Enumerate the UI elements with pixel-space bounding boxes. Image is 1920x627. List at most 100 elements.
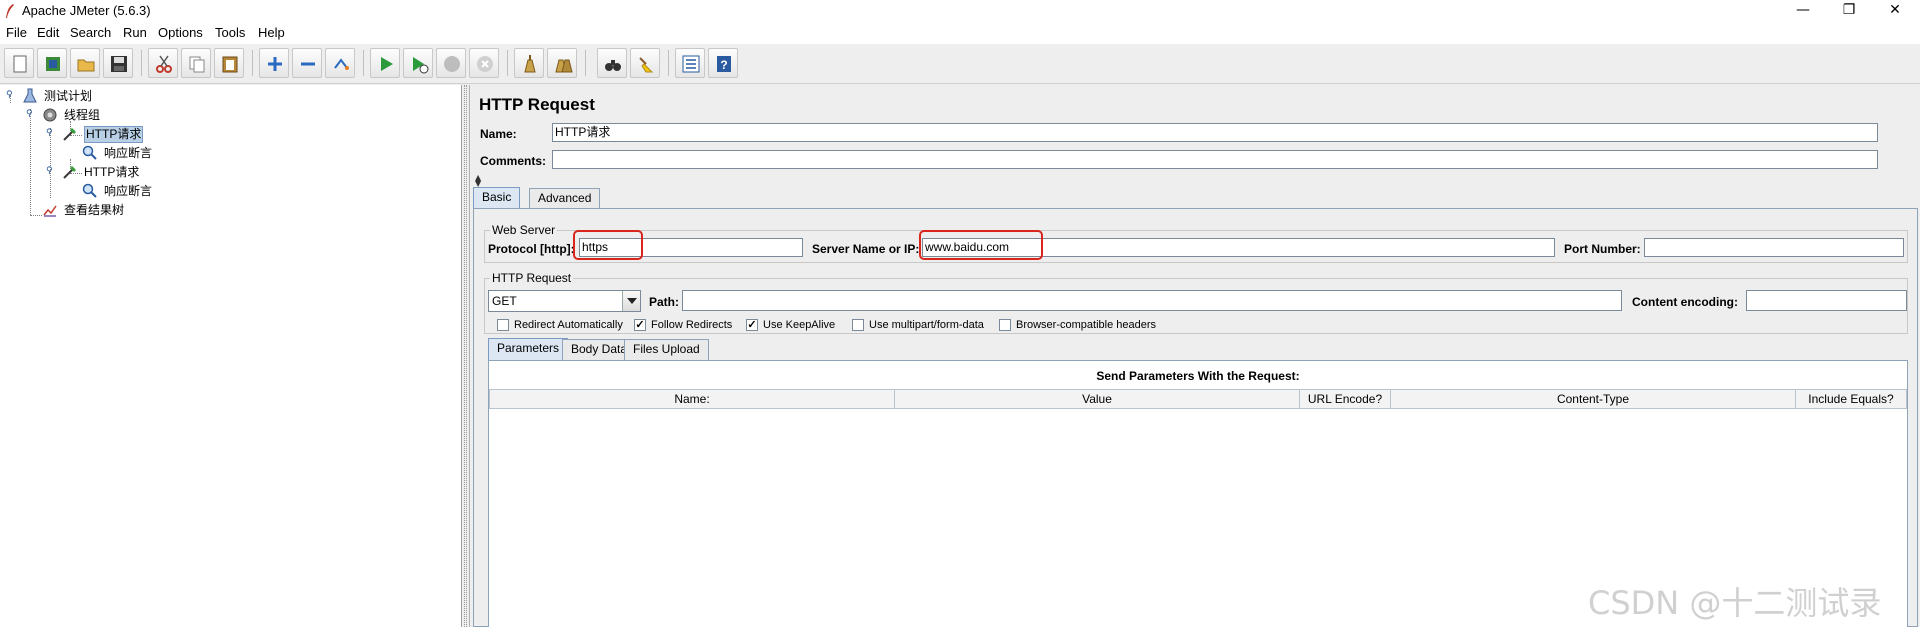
cut-button[interactable] [148, 48, 178, 78]
shutdown-button[interactable] [469, 48, 499, 78]
expand-toggle-icon[interactable]: ⚲ [26, 110, 34, 119]
follow-redirects-checkbox[interactable]: ✓ [634, 319, 646, 331]
new-button[interactable] [4, 48, 34, 78]
port-number-field[interactable] [1644, 238, 1904, 257]
save-button[interactable] [103, 48, 133, 78]
maximize-button[interactable]: ❐ [1826, 0, 1872, 22]
paste-button[interactable] [214, 48, 244, 78]
comments-field[interactable] [552, 150, 1878, 169]
toolbar-separator [141, 50, 142, 76]
menu-edit[interactable]: Edit [37, 25, 59, 40]
tree-node-response-assertion[interactable]: 响应断言 [0, 144, 460, 162]
tree-node-http-request[interactable]: ⚲ HTTP请求 [0, 163, 460, 181]
menu-options[interactable]: Options [158, 25, 203, 40]
search-button[interactable] [597, 48, 627, 78]
close-button[interactable]: ✕ [1872, 0, 1918, 22]
new-icon [13, 55, 27, 73]
tree-node-test-plan[interactable]: ⚲ 测试计划 [0, 87, 460, 105]
name-field[interactable]: HTTP请求 [552, 123, 1878, 142]
expand-toggle-icon[interactable]: ⚲ [46, 167, 54, 176]
broom-icon [639, 57, 654, 73]
clear-all-button[interactable] [547, 48, 577, 78]
tree-node-label: 响应断言 [104, 146, 153, 160]
templates-button[interactable] [37, 48, 67, 78]
start-button[interactable] [370, 48, 400, 78]
tree-node-http-request[interactable]: ⚲ HTTP请求 [0, 125, 460, 143]
copy-button[interactable] [181, 48, 211, 78]
menu-help[interactable]: Help [258, 25, 285, 40]
menu-search[interactable]: Search [70, 25, 111, 40]
name-label: Name: [480, 127, 517, 141]
assertion-icon [82, 183, 97, 198]
expand-toggle-icon[interactable]: ⚲ [6, 91, 14, 100]
collapse-all-button[interactable] [292, 48, 322, 78]
method-select[interactable]: GET [488, 290, 641, 312]
chevron-down-icon[interactable] [622, 291, 640, 311]
toggle-button[interactable] [325, 48, 355, 78]
checkbox-label: Browser-compatible headers [1016, 319, 1157, 331]
column-header-content-type[interactable]: Content-Type [1390, 389, 1796, 409]
stop-button[interactable] [436, 48, 466, 78]
menu-bar: File Edit Search Run Options Tools Help [0, 22, 1920, 44]
cut-icon [156, 55, 172, 73]
path-field[interactable] [682, 290, 1622, 311]
column-header-value[interactable]: Value [894, 389, 1300, 409]
stop-icon [444, 56, 460, 72]
clear-all-icon [555, 59, 573, 73]
column-header-include-equals[interactable]: Include Equals? [1795, 389, 1907, 409]
svg-text:?: ? [720, 58, 727, 72]
column-header-name[interactable]: Name: [489, 389, 895, 409]
browser-compatible-checkbox[interactable] [999, 319, 1011, 331]
protocol-highlight-box [573, 230, 643, 260]
column-header-url-encode[interactable]: URL Encode? [1299, 389, 1391, 409]
tab-parameters[interactable]: Parameters [488, 338, 569, 360]
tree-node-view-results-tree[interactable]: 查看结果树 [0, 201, 460, 219]
content-encoding-label: Content encoding: [1632, 295, 1738, 309]
multipart-checkbox[interactable] [852, 319, 864, 331]
help-button[interactable]: ? [708, 48, 738, 78]
tree-node-response-assertion[interactable]: 响应断言 [0, 182, 460, 200]
http-sampler-icon [63, 166, 76, 179]
content-encoding-field[interactable] [1746, 290, 1907, 311]
collapse-arrows-icon[interactable]: ▲ ▼ [475, 174, 481, 188]
minimize-button[interactable]: — [1780, 0, 1826, 22]
title-bar: Apache JMeter (5.6.3) — ❐ ✕ [0, 0, 1920, 22]
tab-basic[interactable]: Basic [473, 187, 521, 209]
copy-icon [189, 56, 205, 73]
toolbar: ? [0, 44, 1920, 84]
function-helper-button[interactable] [675, 48, 705, 78]
toolbar-separator [668, 50, 669, 76]
server-name-label: Server Name or IP: [812, 242, 920, 256]
use-keepalive-checkbox[interactable]: ✓ [746, 319, 758, 331]
splitter-grip[interactable] [464, 85, 467, 627]
reset-search-button[interactable] [630, 48, 660, 78]
expand-toggle-icon[interactable]: ⚲ [46, 129, 54, 138]
web-server-title: Web Server [490, 223, 558, 237]
panel-splitter[interactable] [462, 85, 470, 627]
templates-icon [46, 57, 60, 71]
start-no-timers-icon [413, 57, 429, 74]
jmeter-feather-icon [6, 4, 14, 18]
checkbox-label: Use multipart/form-data [869, 319, 984, 331]
menu-tools[interactable]: Tools [215, 25, 245, 40]
toolbar-separator [252, 50, 253, 76]
tab-advanced[interactable]: Advanced [529, 188, 601, 209]
tree-node-thread-group[interactable]: ⚲ 线程组 [0, 106, 460, 124]
results-tree-icon [43, 205, 57, 217]
page-title: HTTP Request [479, 95, 595, 114]
checkbox-label: Use KeepAlive [763, 319, 836, 331]
menu-run[interactable]: Run [123, 25, 147, 40]
toolbar-separator [363, 50, 364, 76]
clear-icon [524, 55, 536, 73]
clear-button[interactable] [514, 48, 544, 78]
expand-all-button[interactable] [259, 48, 289, 78]
tab-files-upload[interactable]: Files Upload [624, 339, 709, 360]
start-icon [381, 57, 393, 71]
open-button[interactable] [70, 48, 100, 78]
method-value: GET [492, 294, 517, 308]
path-label: Path: [649, 295, 679, 309]
menu-file[interactable]: File [6, 25, 27, 40]
start-no-timers-button[interactable] [403, 48, 433, 78]
redirect-automatically-checkbox[interactable] [497, 319, 509, 331]
port-number-label: Port Number: [1564, 242, 1641, 256]
